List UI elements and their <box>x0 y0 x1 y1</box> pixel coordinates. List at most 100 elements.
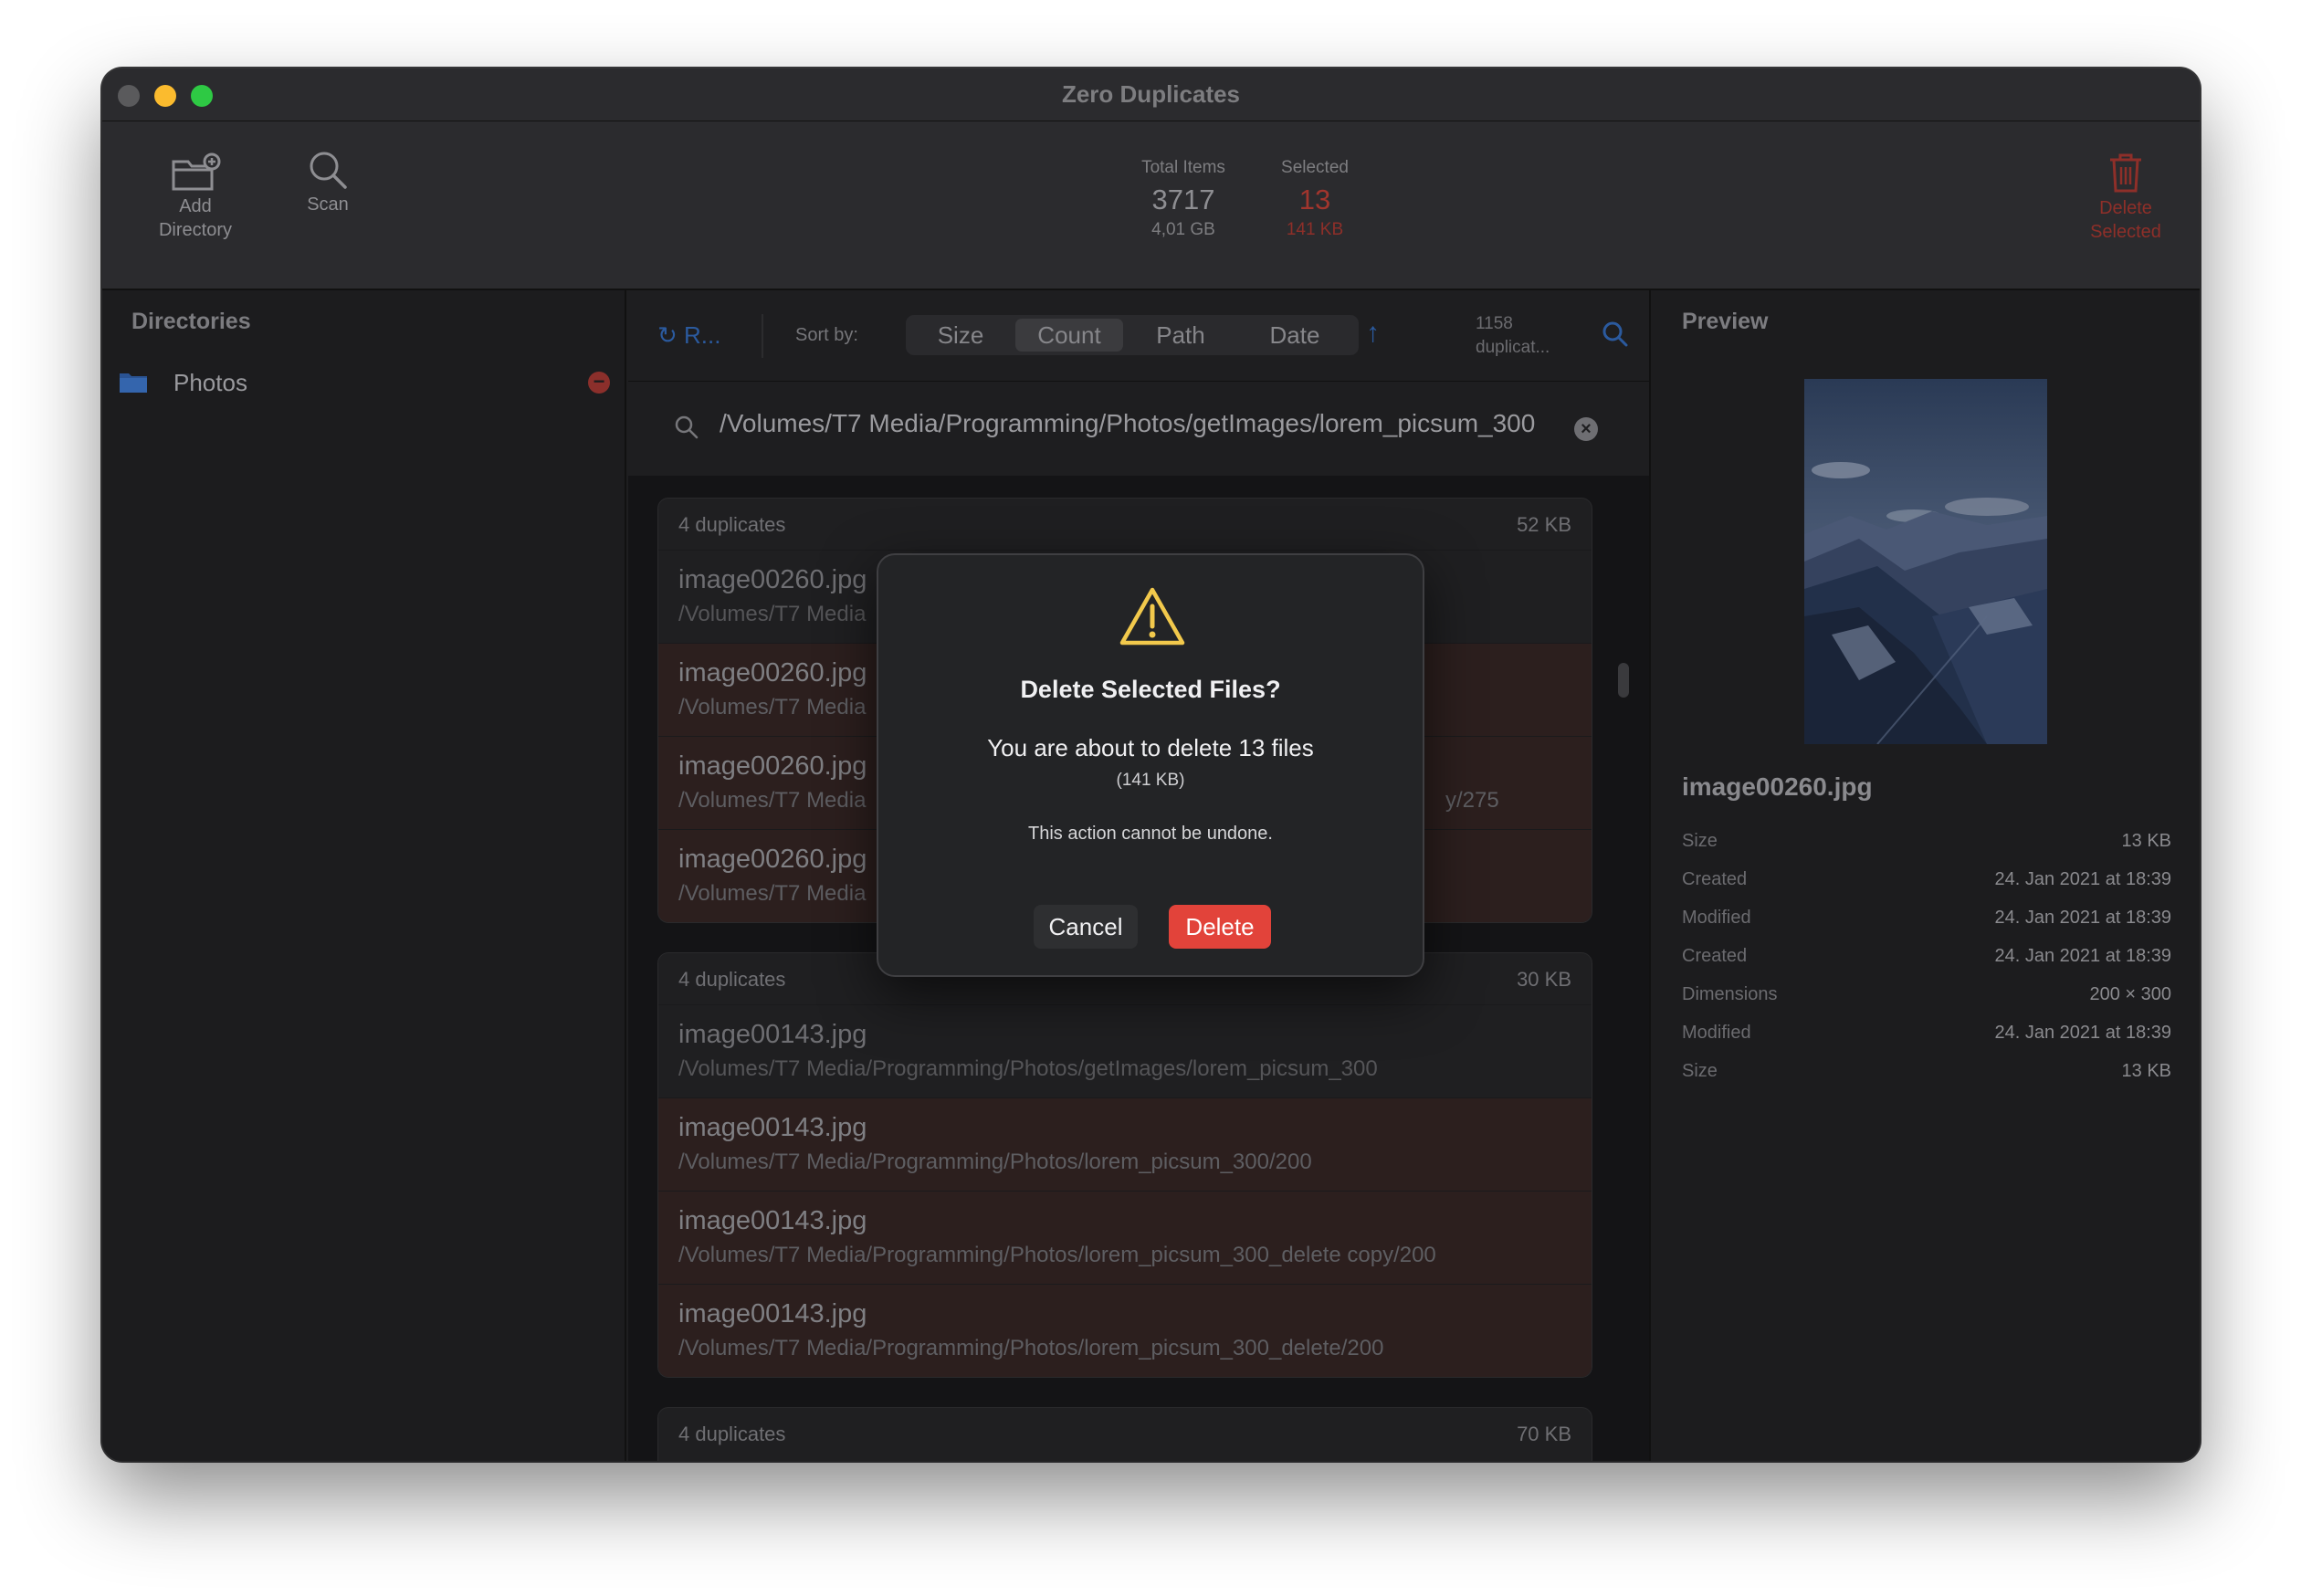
meta-row: Dimensions 200 × 300 <box>1682 984 2171 1012</box>
total-items-label: Total Items <box>1141 158 1225 177</box>
duplicate-group: 4 duplicates 70 KB <box>657 1407 1592 1461</box>
file-path: /Volumes/T7 Media/Programming/Photos/lor… <box>678 1336 1384 1360</box>
dialog-title: Delete Selected Files? <box>1020 676 1281 703</box>
selected-stat: Selected 13 141 KB <box>1242 158 1388 240</box>
sort-option-path[interactable]: Path <box>1127 319 1235 352</box>
scan-label: Scan <box>307 194 349 215</box>
preview-file-name: image00260.jpg <box>1682 772 1873 801</box>
total-items-value: 3717 <box>1151 184 1215 215</box>
group-count: 4 duplicates <box>678 968 786 991</box>
preview-image <box>1804 379 2047 744</box>
preview-title: Preview <box>1682 309 1769 334</box>
group-size: 70 KB <box>1517 1423 1571 1445</box>
remove-directory-icon[interactable]: − <box>588 372 610 394</box>
file-row[interactable]: image00143.jpg /Volumes/T7 Media/Program… <box>658 1284 1592 1377</box>
cancel-button[interactable]: Cancel <box>1034 905 1138 949</box>
meta-row: Created 24. Jan 2021 at 18:39 <box>1682 869 2171 897</box>
file-path: /Volumes/T7 Media/Programming/Photos/lor… <box>678 1150 1312 1174</box>
magnifier-icon <box>310 152 347 189</box>
delete-selected-label-2: Selected <box>2090 222 2161 242</box>
sidebar-item-photos[interactable]: Photos − <box>119 363 610 400</box>
group-count: 4 duplicates <box>678 513 786 536</box>
duplicate-group: 4 duplicates 30 KB image00143.jpg /Volum… <box>657 952 1592 1378</box>
preview-panel: Preview image00260.jpg Size 13 KB Create… <box>1649 290 2200 1461</box>
file-name: image00260.jpg <box>678 751 867 781</box>
group-header: 4 duplicates 70 KB <box>658 1408 1592 1459</box>
sort-bar: ↻ R... Sort by: Size Count Path Date ↑ 1… <box>628 290 1649 382</box>
file-row[interactable]: image00143.jpg /Volumes/T7 Media/Program… <box>658 1191 1592 1284</box>
group-header: 4 duplicates 52 KB <box>658 499 1592 550</box>
total-items-size: 4,01 GB <box>1151 220 1215 239</box>
list-scrollbar[interactable] <box>1618 663 1629 698</box>
search-bar: /Volumes/T7 Media/Programming/Photos/get… <box>628 382 1649 476</box>
file-path: /Volumes/T7 Media <box>678 602 867 626</box>
search-icon <box>675 415 699 439</box>
file-path: /Volumes/T7 Media/Programming/Photos/get… <box>678 1056 1378 1081</box>
meta-value: 13 KB <box>2121 1061 2171 1081</box>
sort-option-size[interactable]: Size <box>909 319 1012 352</box>
sort-option-count[interactable]: Count <box>1015 319 1123 352</box>
file-row[interactable]: image00143.jpg /Volumes/T7 Media/Program… <box>658 1097 1592 1191</box>
duplicate-count-number: 1158 <box>1476 314 1513 333</box>
search-input[interactable]: /Volumes/T7 Media/Programming/Photos/get… <box>720 409 1535 438</box>
file-name: image00143.jpg <box>678 1299 867 1328</box>
meta-row: Modified 24. Jan 2021 at 18:39 <box>1682 908 2171 935</box>
group-size: 30 KB <box>1517 968 1571 991</box>
file-name: image00143.jpg <box>678 1020 867 1049</box>
add-directory-button[interactable]: Add Directory <box>141 152 250 242</box>
file-name: image00260.jpg <box>678 565 867 594</box>
selected-label: Selected <box>1281 158 1349 177</box>
meta-value: 200 × 300 <box>2089 984 2171 1004</box>
add-directory-label-1: Add <box>179 196 212 216</box>
directories-title: Directories <box>131 309 251 334</box>
delete-selected-button[interactable]: Delete Selected <box>2064 151 2188 244</box>
sort-segmented-control: Size Count Path Date <box>906 315 1359 355</box>
file-name: image00143.jpg <box>678 1113 867 1142</box>
meta-row: Modified 24. Jan 2021 at 18:39 <box>1682 1023 2171 1050</box>
folder-add-icon <box>172 152 221 191</box>
meta-key: Size <box>1682 831 1718 851</box>
search-toggle-icon[interactable] <box>1602 320 1629 348</box>
dialog-message: You are about to delete 13 files <box>987 734 1314 761</box>
dialog-warning: This action cannot be undone. <box>1028 824 1273 844</box>
sort-option-date[interactable]: Date <box>1238 319 1351 352</box>
title-bar: Zero Duplicates <box>102 68 2200 121</box>
file-path-tail: y/275 <box>1445 788 1499 813</box>
folder-icon <box>120 373 147 393</box>
reload-button[interactable]: ↻ R... <box>657 321 720 350</box>
toolbar: Add Directory Scan Total Items 3717 4,01… <box>102 121 2200 290</box>
reload-icon: ↻ <box>657 321 678 349</box>
file-path: /Volumes/T7 Media <box>678 881 867 906</box>
selected-size: 141 KB <box>1286 220 1344 239</box>
meta-row: Size 13 KB <box>1682 1061 2171 1088</box>
file-name: image00143.jpg <box>678 1206 867 1235</box>
reload-label: R... <box>684 321 721 349</box>
duplicate-count: 1158 duplicat... <box>1476 312 1550 360</box>
group-size: 52 KB <box>1517 513 1571 536</box>
clear-search-icon[interactable]: × <box>1574 417 1598 441</box>
meta-key: Dimensions <box>1682 984 1778 1004</box>
file-path: /Volumes/T7 Media <box>678 695 867 719</box>
divider <box>762 314 763 358</box>
sort-by-label: Sort by: <box>795 325 858 345</box>
meta-value: 24. Jan 2021 at 18:39 <box>1994 869 2172 889</box>
meta-key: Created <box>1682 946 1748 966</box>
file-row[interactable]: image00143.jpg /Volumes/T7 Media/Program… <box>658 1004 1592 1097</box>
directories-sidebar: Directories Photos − <box>102 290 626 1461</box>
app-window: Zero Duplicates Add Directory Scan Total… <box>102 68 2200 1461</box>
meta-value: 24. Jan 2021 at 18:39 <box>1994 908 2172 928</box>
meta-value: 24. Jan 2021 at 18:39 <box>1994 946 2172 966</box>
file-name: image00260.jpg <box>678 845 867 874</box>
sidebar-item-label: Photos <box>173 369 247 396</box>
scan-button[interactable]: Scan <box>287 149 369 216</box>
trash-icon <box>2110 153 2141 193</box>
sort-direction-arrow-icon[interactable]: ↑ <box>1366 318 1380 349</box>
file-path: /Volumes/T7 Media <box>678 788 867 813</box>
meta-value: 13 KB <box>2121 831 2171 851</box>
dialog-size-note: (141 KB) <box>1116 771 1185 790</box>
delete-confirm-dialog: Delete Selected Files? You are about to … <box>877 553 1424 977</box>
duplicate-count-label: duplicat... <box>1476 338 1550 357</box>
selected-value: 13 <box>1298 184 1331 215</box>
delete-button[interactable]: Delete <box>1169 905 1271 949</box>
meta-key: Modified <box>1682 908 1751 928</box>
